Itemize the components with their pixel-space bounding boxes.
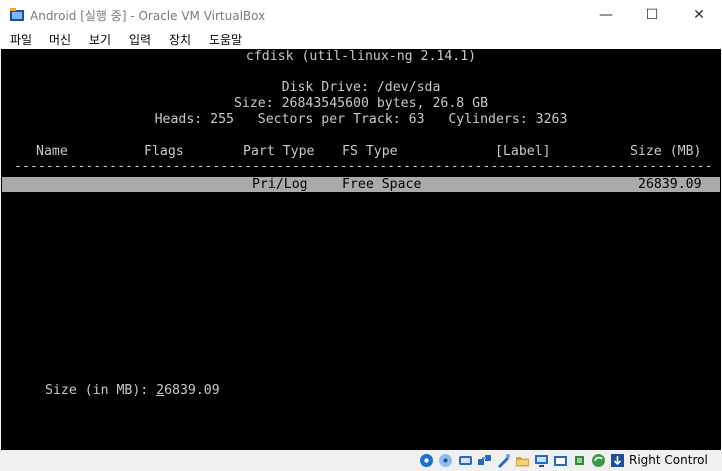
size-prompt-label: Size (in MB): [45, 383, 157, 398]
disk-drive-line: Disk Drive: /dev/sda [281, 80, 441, 95]
row-fs-type: Free Space [342, 177, 422, 192]
network-icon[interactable] [477, 453, 492, 468]
hard-disk-icon[interactable] [419, 453, 434, 468]
maximize-button[interactable]: ☐ [629, 0, 675, 30]
header-separator: ----------------------------------------… [14, 159, 714, 174]
size-prompt[interactable]: Size (in MB): 26839.09 [45, 383, 220, 398]
partition-row-selected[interactable]: Pri/Log Free Space 26839.09 [2, 177, 720, 192]
status-bar: Right Control [0, 450, 722, 471]
audio-icon[interactable] [458, 453, 473, 468]
virtualbox-window: Android [실행 중] - Oracle VM VirtualBox — … [0, 0, 722, 471]
virtualbox-app-icon [10, 8, 24, 21]
host-key-label: Right Control [629, 453, 708, 467]
disk-size-line: Size: 26843545600 bytes, 26.8 GB [233, 96, 489, 111]
close-icon: ✕ [693, 7, 705, 23]
title-bar: Android [실행 중] - Oracle VM VirtualBox — … [0, 0, 722, 30]
minimize-icon: — [599, 7, 613, 23]
menu-devices[interactable]: 장치 [169, 31, 191, 48]
col-header-flags: Flags [144, 144, 184, 159]
window-title: Android [실행 중] - Oracle VM VirtualBox [30, 9, 266, 23]
keyboard-capture-icon[interactable] [610, 453, 625, 468]
menu-help[interactable]: 도움말 [209, 31, 242, 48]
size-input-cursor-char[interactable]: 2 [156, 383, 164, 398]
display-icon[interactable] [534, 453, 549, 468]
col-header-label: [Label] [495, 144, 551, 159]
menu-machine[interactable]: 머신 [49, 31, 71, 48]
menu-bar: 파일 머신 보기 입력 장치 도움말 [0, 30, 722, 49]
optical-drive-icon[interactable] [438, 453, 453, 468]
menu-file[interactable]: 파일 [10, 31, 32, 48]
cpu-icon[interactable] [572, 453, 587, 468]
row-part-type: Pri/Log [252, 177, 308, 192]
minimize-button[interactable]: — [583, 0, 629, 30]
video-capture-icon[interactable] [553, 453, 568, 468]
row-size: 26839.09 [638, 177, 702, 192]
col-header-size: Size (MB) [630, 144, 702, 159]
menu-input[interactable]: 입력 [129, 31, 151, 48]
shared-folder-icon[interactable] [515, 453, 530, 468]
close-button[interactable]: ✕ [676, 0, 722, 30]
disk-geometry-line: Heads: 255 Sectors per Track: 63 Cylinde… [154, 112, 568, 127]
col-header-fs-type: FS Type [342, 144, 398, 159]
col-header-part-type: Part Type [243, 144, 315, 159]
size-input-value[interactable]: 6839.09 [164, 383, 220, 398]
cfdisk-title: cfdisk (util-linux-ng 2.14.1) [245, 49, 477, 64]
mouse-integration-icon[interactable] [591, 453, 606, 468]
maximize-icon: ☐ [645, 7, 659, 23]
menu-view[interactable]: 보기 [89, 31, 111, 48]
vm-screen[interactable]: cfdisk (util-linux-ng 2.14.1) Disk Drive… [1, 49, 721, 450]
col-header-name: Name [36, 144, 68, 159]
usb-icon[interactable] [496, 453, 511, 468]
